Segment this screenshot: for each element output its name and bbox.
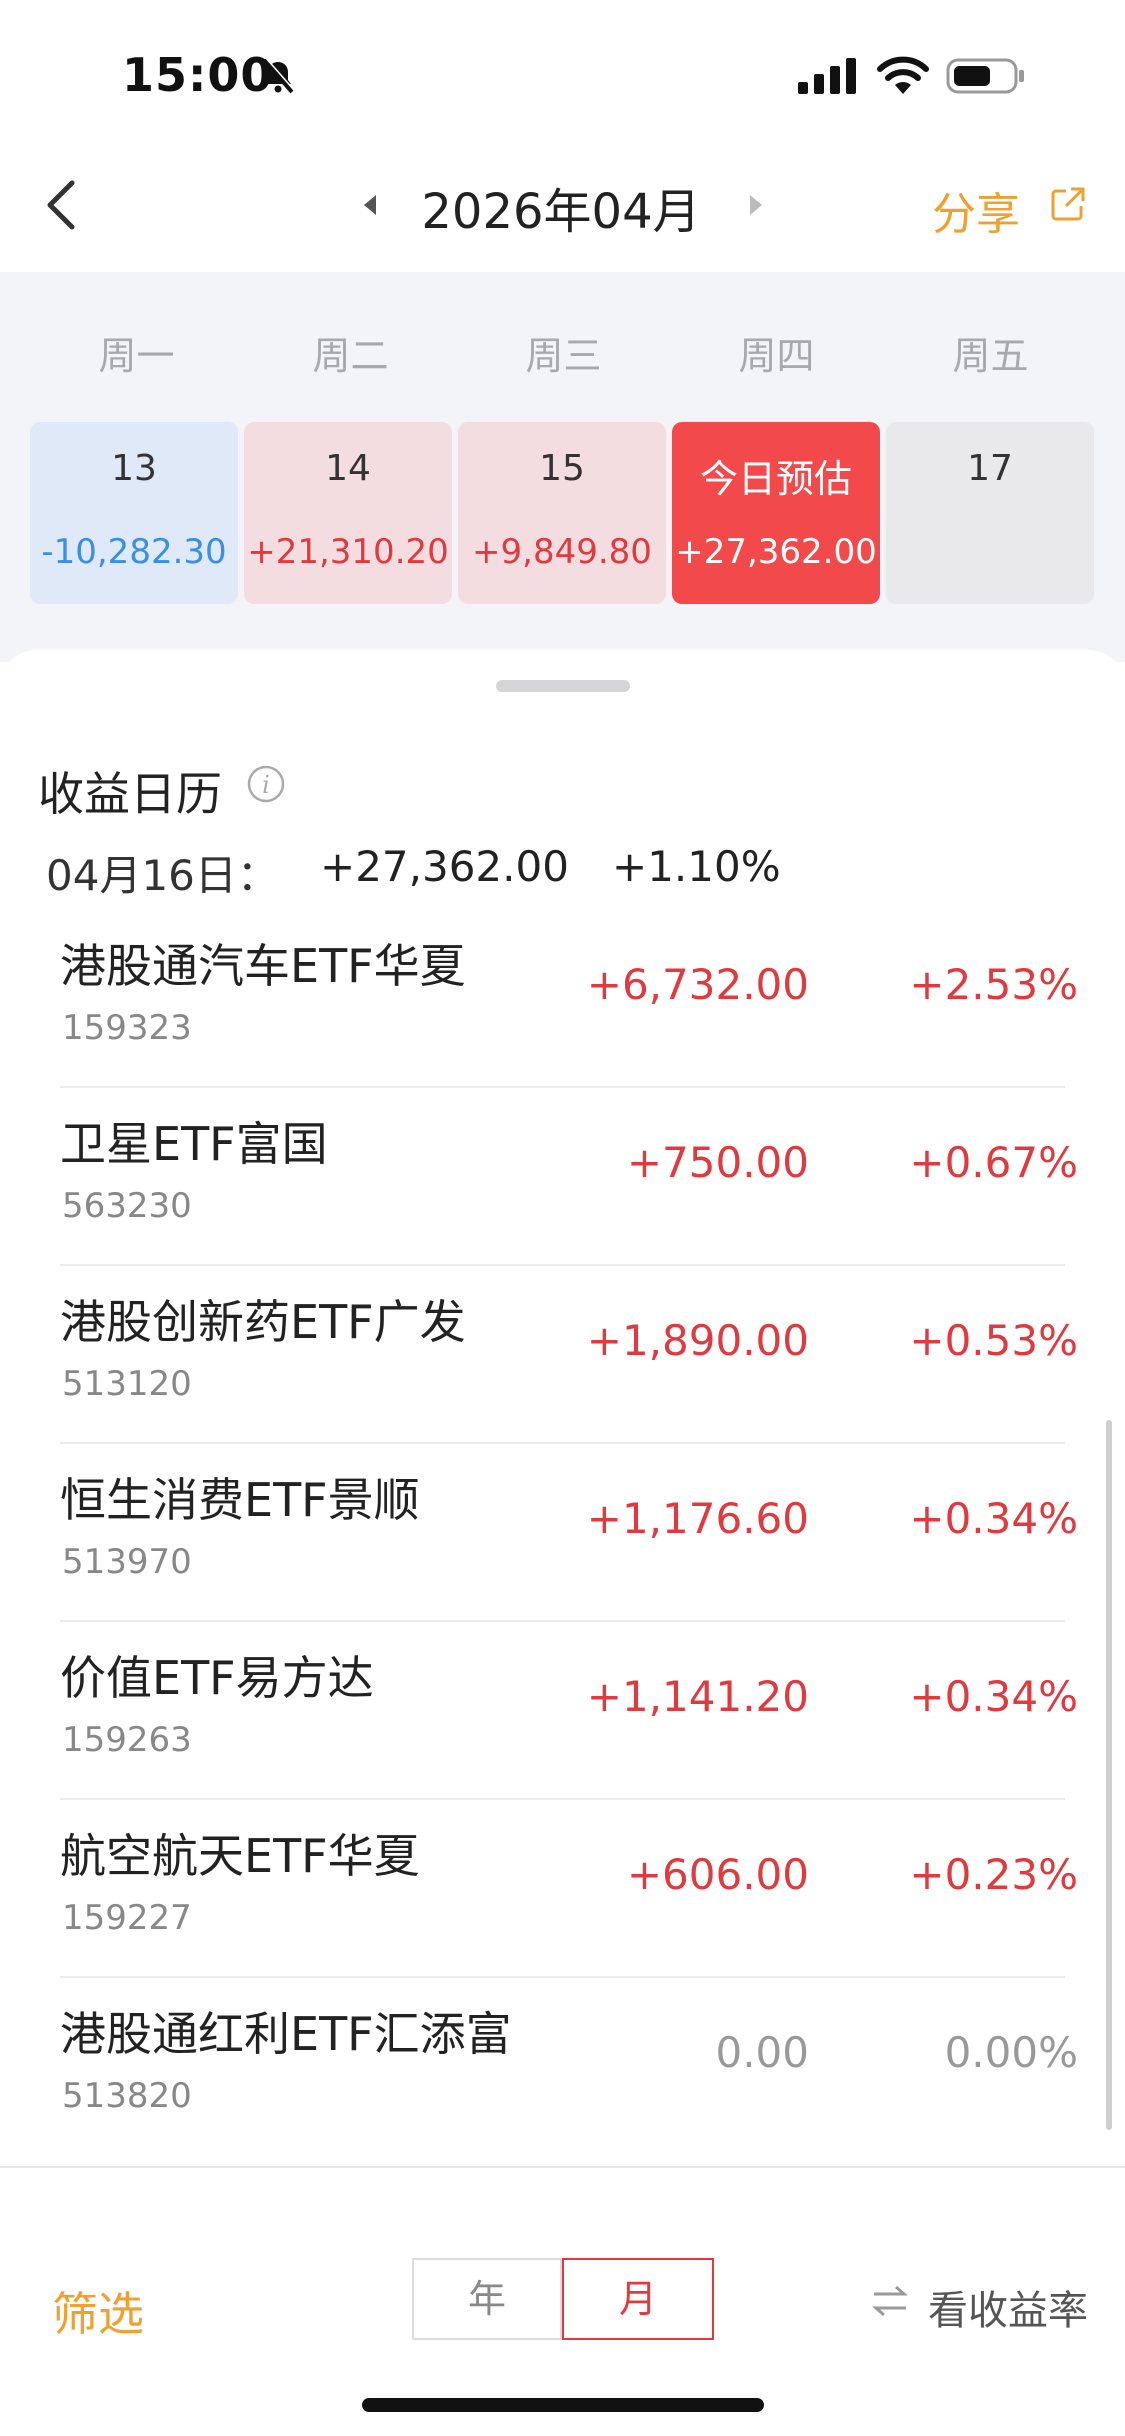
- holding-row[interactable]: 航空航天ETF华夏 159227 +606.00 +0.23%: [0, 1800, 1125, 1978]
- holding-amount: +750.00: [626, 1138, 809, 1187]
- filter-button[interactable]: 筛选: [52, 2278, 144, 2344]
- bottom-divider: [0, 2166, 1125, 2168]
- day-cell-today[interactable]: 今日预估 +27,362.00: [672, 422, 880, 604]
- day-label: 15: [539, 448, 585, 489]
- weekday-thu: 周四: [738, 334, 815, 378]
- summary-date: 04月16日：: [46, 851, 279, 900]
- holding-name: 航空航天ETF华夏: [60, 1829, 420, 1883]
- section-title: 收益日历: [38, 767, 222, 821]
- holding-code: 513970: [62, 1542, 192, 1582]
- holding-code: 513120: [62, 1364, 192, 1404]
- summary-percent: +1.10%: [612, 842, 781, 891]
- holding-name: 港股创新药ETF广发: [60, 1295, 466, 1349]
- holding-amount: +6,732.00: [586, 960, 809, 1009]
- share-button[interactable]: 分享: [932, 178, 1020, 242]
- holding-row[interactable]: 港股通红利ETF汇添富 513820 0.00 0.00%: [0, 1978, 1125, 2156]
- cellular-signal-icon: [798, 58, 856, 94]
- swap-arrows-icon[interactable]: [870, 2284, 910, 2318]
- next-month-triangle-icon[interactable]: [746, 193, 766, 217]
- holding-amount: +1,176.60: [586, 1494, 809, 1543]
- day-value: +21,310.20: [247, 532, 449, 572]
- holding-code: 159263: [62, 1720, 192, 1760]
- holding-row[interactable]: 价值ETF易方达 159263 +1,141.20 +0.34%: [0, 1622, 1125, 1800]
- day-cell-14[interactable]: 14 +21,310.20: [244, 422, 452, 604]
- holding-percent: 0.00%: [944, 2028, 1078, 2077]
- holding-amount: +1,890.00: [586, 1316, 809, 1365]
- holding-percent: +2.53%: [909, 960, 1078, 1009]
- holding-code: 159323: [62, 1008, 192, 1048]
- weekday-fri: 周五: [952, 334, 1029, 378]
- day-value: +27,362.00: [675, 532, 877, 572]
- battery-icon: [946, 58, 1024, 94]
- day-cell-15[interactable]: 15 +9,849.80: [458, 422, 666, 604]
- day-label: 今日预估: [699, 457, 852, 501]
- sheet-drag-handle[interactable]: [496, 680, 630, 692]
- month-title: 2026年04月: [421, 184, 701, 240]
- day-value: +9,849.80: [472, 532, 652, 572]
- holding-row[interactable]: 卫星ETF富国 563230 +750.00 +0.67%: [0, 1088, 1125, 1266]
- holding-row[interactable]: 港股创新药ETF广发 513120 +1,890.00 +0.53%: [0, 1266, 1125, 1444]
- day-label: 13: [111, 448, 157, 489]
- holding-amount: +1,141.20: [586, 1672, 809, 1721]
- holding-amount: +606.00: [626, 1850, 809, 1899]
- holding-code: 513820: [62, 2076, 192, 2116]
- view-rate-button[interactable]: 看收益率: [928, 2278, 1088, 2336]
- holding-row[interactable]: 港股通汽车ETF华夏 159323 +6,732.00 +2.53%: [0, 910, 1125, 1088]
- holding-percent: +0.34%: [909, 1672, 1078, 1721]
- day-value: -10,282.30: [41, 532, 227, 572]
- weekday-mon: 周一: [98, 334, 175, 378]
- bell-muted-icon: [262, 57, 295, 94]
- holding-percent: +0.67%: [909, 1138, 1078, 1187]
- day-cell-13[interactable]: 13 -10,282.30: [30, 422, 238, 604]
- holding-name: 恒生消费ETF景顺: [60, 1473, 420, 1527]
- status-time: 15:00: [122, 48, 274, 102]
- holding-name: 卫星ETF富国: [60, 1117, 328, 1171]
- segment-year[interactable]: 年: [412, 2258, 562, 2340]
- holding-percent: +0.34%: [909, 1494, 1078, 1543]
- home-indicator: [362, 2398, 764, 2412]
- weekday-tue: 周二: [312, 334, 389, 378]
- holding-code: 563230: [62, 1186, 192, 1226]
- day-label: 14: [325, 448, 371, 489]
- holding-name: 港股通红利ETF汇添富: [60, 2007, 512, 2061]
- holding-amount: 0.00: [715, 2028, 809, 2077]
- holding-percent: +0.53%: [909, 1316, 1078, 1365]
- svg-text:i: i: [262, 771, 270, 799]
- day-label: 17: [967, 448, 1013, 489]
- holding-row[interactable]: 恒生消费ETF景顺 513970 +1,176.60 +0.34%: [0, 1444, 1125, 1622]
- holding-name: 价值ETF易方达: [60, 1651, 374, 1705]
- segment-month[interactable]: 月: [562, 2258, 714, 2340]
- summary-amount: +27,362.00: [320, 842, 569, 891]
- external-share-icon[interactable]: [1050, 186, 1086, 222]
- prev-month-triangle-icon[interactable]: [360, 193, 380, 217]
- back-chevron-icon[interactable]: [38, 175, 88, 235]
- weekday-wed: 周三: [525, 334, 602, 378]
- wifi-icon: [877, 56, 929, 94]
- scrollbar[interactable]: [1106, 1420, 1112, 2130]
- info-icon[interactable]: i: [246, 764, 286, 804]
- holding-percent: +0.23%: [909, 1850, 1078, 1899]
- holding-code: 159227: [62, 1898, 192, 1938]
- holding-name: 港股通汽车ETF华夏: [60, 939, 466, 993]
- day-cell-17[interactable]: 17: [886, 422, 1094, 604]
